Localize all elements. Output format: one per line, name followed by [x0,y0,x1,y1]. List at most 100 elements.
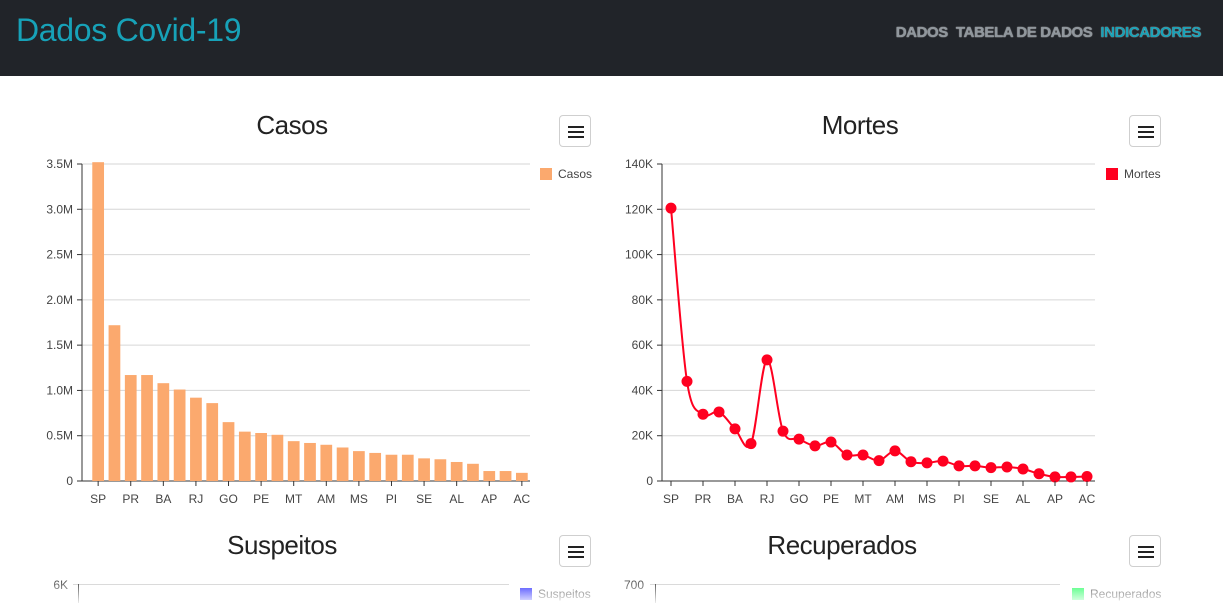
point-pi [953,460,965,472]
bar-sp [92,162,105,481]
point-pr [697,408,709,420]
point-go [793,433,805,445]
point-to [1001,461,1013,473]
point-ms [921,457,933,469]
x-tick-label: MS [350,492,368,506]
x-tick-label: AP [1047,492,1063,506]
chart-title-mortes: Mortes [821,110,899,140]
chart-title-casos: Casos [256,110,328,140]
x-tick-label: AL [1016,492,1031,506]
bar-ma [467,463,479,481]
x-tick-label: RJ [189,492,204,506]
y-tick-recuperados-top: 700 [623,578,644,592]
y-axis-recuperados [655,584,656,603]
bar-pb [336,447,349,481]
bar-pr [124,375,137,481]
bar-ro [401,454,414,481]
point-rs [681,375,693,387]
point-pb [905,456,917,468]
x-tick-label: PI [386,492,397,506]
bar-se [418,458,430,481]
bar-ms [353,451,365,481]
bar-pe [255,432,267,481]
point-ac [1081,470,1093,482]
y-tick-label: 3.0M [46,202,73,216]
point-rr [1065,471,1077,483]
y-tick-label: 140K [625,157,653,171]
chart-title-suspeitos: Suspeitos [227,530,337,560]
point-mt [857,449,869,461]
bar-sc [173,389,186,481]
x-tick-label: AM [317,492,335,506]
point-ma [1033,468,1045,480]
x-tick-label: AC [1079,492,1096,506]
point-ba [729,423,741,435]
y-tick-label: 80K [632,293,653,307]
y-tick-label: 0.5M [46,429,73,443]
x-tick-label: AL [449,492,464,506]
bar-df [304,442,316,481]
y-tick-label: 120K [625,202,653,216]
x-tick-label: GO [790,492,809,506]
bar-al [450,461,463,481]
point-sc [745,438,757,450]
point-ro [969,460,981,472]
point-rn [937,455,949,467]
y-tick-label: 0 [646,474,653,488]
bar-rn [369,452,382,481]
x-tick-label: BA [155,492,171,506]
legend-label-suspeitos: Suspeitos [538,587,591,601]
legend-suspeitos[interactable]: Suspeitos [520,587,591,601]
chart-menu-button-recuperados[interactable] [1129,535,1161,567]
x-tick-label: GO [219,492,238,506]
y-tick-label: 3.5M [46,157,73,171]
bar-rs [141,375,153,481]
y-tick-label: 1.0M [46,383,73,397]
brand-title[interactable]: Dados Covid-19 [16,10,242,50]
chart-menu-button-suspeitos[interactable] [559,535,591,567]
point-ap [1049,471,1061,483]
point-es [841,449,853,461]
bar-ac [515,472,528,481]
gridline [650,584,1060,585]
y-tick-label: 60K [632,338,653,352]
x-tick-label: PE [253,492,269,506]
bar-mt [287,441,300,481]
nav-dados[interactable]: DADOS [896,24,949,41]
x-tick-label: AC [514,492,531,506]
legend-label-recuperados: Recuperados [1090,587,1162,601]
point-pa [809,440,821,452]
chart-title-recuperados: Recuperados [767,530,917,560]
chart-mortes: 0 20K 40K 60K 80K 100K 120K 140K SP PR BA RJ GO PE MT A… [625,157,1096,506]
y-tick-label: 1.5M [46,338,73,352]
series-line-mortes [670,208,1088,479]
y-tick-label: 40K [632,383,653,397]
bar-ba [157,383,170,481]
bar-es [271,434,284,481]
nav-tabela-de-dados[interactable]: TABELA DE DADOS [956,24,1093,41]
y-tick-label: 20K [632,429,653,443]
x-tick-label: MT [285,492,303,506]
point-se [985,462,997,474]
legend-recuperados[interactable]: Recuperados [1072,587,1161,601]
bar-rj [190,397,202,481]
nav-indicadores[interactable]: INDICADORES [1100,24,1201,41]
bar-rr [499,471,512,481]
chart-casos: 0 0.5M 1.0M 1.5M 2.0M 2.5M 3.0M 3.5M SP PR BA RJ GO P… [46,157,531,506]
x-tick-label: PR [122,492,139,506]
y-tick-label: 100K [625,248,653,262]
top-navbar: Dados Covid-19 DADOS TABELA DE DADOS IND… [0,0,1223,76]
point-df [873,455,885,467]
bar-ap [483,471,496,481]
point-al [1017,463,1029,475]
bar-go [222,422,235,481]
x-tick-label: RJ [760,492,775,506]
point-sp [665,202,677,214]
x-tick-label: PI [953,492,964,506]
bottom-fade-overlay [0,578,1223,603]
x-tick-label: AM [886,492,904,506]
x-tick-label: PE [823,492,839,506]
x-tick-label: PR [695,492,712,506]
x-tick-label: MT [854,492,872,506]
bar-pi [385,454,398,481]
